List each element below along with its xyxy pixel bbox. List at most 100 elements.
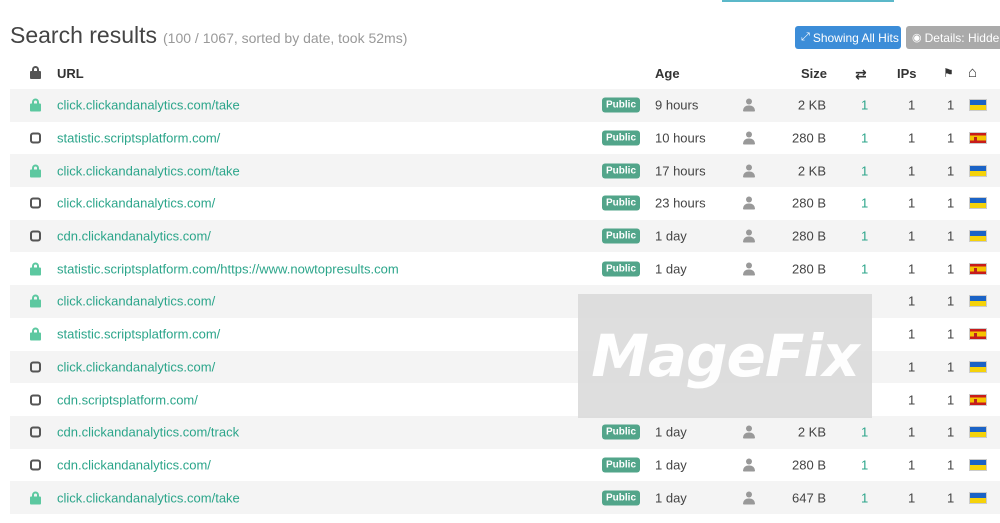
ips-value: 1	[908, 490, 916, 506]
hits-value[interactable]: 1	[861, 261, 868, 276]
lock-icon	[30, 262, 41, 276]
country-flag-ua-icon	[969, 491, 987, 504]
result-url-link[interactable]: cdn.clickandanalytics.com/	[57, 229, 211, 244]
hits-value[interactable]: 1	[861, 425, 868, 440]
table-row[interactable]: statistic.scriptsplatform.com/Public 10 h…	[10, 122, 1000, 155]
table-row[interactable]: cdn.clickandanalytics.com/track Public 1 d…	[10, 415, 1000, 449]
top-accent-line	[722, 0, 894, 2]
lock-icon	[30, 327, 41, 341]
hits-value[interactable]: 1	[861, 131, 868, 146]
column-size[interactable]: Size	[801, 66, 827, 81]
hits-value[interactable]: 1	[861, 457, 868, 472]
showing-all-hits-button[interactable]: ⤢ Showing All Hits	[795, 26, 901, 49]
result-url-link[interactable]: click.clickandanalytics.com/take	[57, 490, 240, 505]
ips-value: 1	[908, 130, 916, 146]
result-url-link[interactable]: cdn.clickandanalytics.com/	[57, 457, 211, 472]
visibility-badge: Public	[602, 490, 641, 506]
country-flag-ua-icon	[969, 360, 987, 373]
result-url-link[interactable]: statistic.scriptsplatform.com/	[57, 327, 220, 342]
result-url-link[interactable]: click.clickandanalytics.com/take	[57, 163, 240, 178]
lock-icon	[30, 294, 41, 308]
user-icon	[743, 229, 755, 243]
ips-value: 1	[908, 326, 916, 342]
table-row[interactable]: cdn.clickandanalytics.com/Public 1 day 280…	[10, 219, 1000, 253]
table-row[interactable]: cdn.clickandanalytics.com/Public 1 day 280…	[10, 449, 1000, 482]
table-row[interactable]: click.clickandanalytics.com/take Public 17…	[10, 154, 1000, 188]
ips-value: 1	[908, 97, 916, 113]
ips-value: 1	[908, 261, 916, 277]
country-flag-ua-icon	[969, 197, 987, 210]
user-icon	[743, 164, 755, 178]
hits-value[interactable]: 1	[861, 98, 868, 113]
table-row[interactable]: click.clickandanalytics.com/take Public 9 …	[10, 89, 1000, 122]
country-flag-ua-icon	[969, 426, 987, 439]
unlocked-square-icon	[30, 197, 41, 209]
hits-value[interactable]: 1	[861, 490, 868, 505]
ips-value: 1	[908, 293, 916, 309]
country-flag-es-icon	[969, 262, 987, 275]
result-url-link[interactable]: cdn.clickandanalytics.com/track	[57, 425, 239, 440]
age-value: 17 hours	[655, 163, 706, 179]
age-value: 1 day	[655, 457, 687, 473]
result-url-link[interactable]: statistic.scriptsplatform.com/https://ww…	[57, 261, 399, 276]
size-value: 2 KB	[797, 163, 826, 179]
expand-arrows-icon: ⤢	[801, 31, 810, 43]
count-value: 1	[947, 326, 955, 342]
lock-icon	[30, 491, 41, 505]
count-value: 1	[947, 424, 955, 440]
eye-slash-icon: ◉	[912, 32, 922, 44]
unlocked-square-icon	[30, 230, 41, 242]
unlocked-square-icon	[30, 361, 41, 373]
details-toggle-button[interactable]: ◉ Details: Hidden	[906, 26, 1000, 49]
result-url-link[interactable]: click.clickandanalytics.com/	[57, 359, 215, 374]
visibility-badge: Public	[602, 97, 641, 113]
table-header: URL Age Size ⇄ IPs ⚑ ⌂	[0, 62, 1000, 86]
ips-value: 1	[908, 163, 916, 179]
table-row[interactable]: click.clickandanalytics.com/take Public 1 …	[10, 481, 1000, 514]
age-value: 1 day	[655, 424, 687, 440]
unlocked-square-icon	[30, 394, 41, 406]
user-icon	[743, 458, 755, 472]
count-value: 1	[947, 457, 955, 473]
visibility-badge: Public	[602, 130, 641, 146]
count-value: 1	[947, 392, 955, 408]
hits-value[interactable]: 1	[861, 196, 868, 211]
size-value: 280 B	[792, 130, 826, 146]
column-url[interactable]: URL	[57, 66, 84, 81]
lock-icon	[30, 164, 41, 178]
result-url-link[interactable]: cdn.scriptsplatform.com/	[57, 392, 198, 407]
user-icon	[743, 491, 755, 505]
count-value: 1	[947, 97, 955, 113]
ips-value: 1	[908, 392, 916, 408]
age-value: 23 hours	[655, 195, 706, 211]
home-icon: ⌂	[968, 64, 978, 81]
table-row[interactable]: click.clickandanalytics.com/Public 23 hou…	[10, 187, 1000, 220]
user-icon	[743, 425, 755, 439]
age-value: 10 hours	[655, 130, 706, 146]
hits-value[interactable]: 1	[861, 163, 868, 178]
result-url-link[interactable]: statistic.scriptsplatform.com/	[57, 131, 220, 146]
result-url-link[interactable]: click.clickandanalytics.com/	[57, 294, 215, 309]
user-icon	[743, 262, 755, 276]
visibility-badge: Public	[602, 228, 641, 244]
country-flag-ua-icon	[969, 458, 987, 471]
size-value: 647 B	[792, 490, 826, 506]
result-url-link[interactable]: click.clickandanalytics.com/	[57, 196, 215, 211]
size-value: 280 B	[792, 195, 826, 211]
table-row[interactable]: statistic.scriptsplatform.com/https://ww…	[10, 252, 1000, 285]
count-value: 1	[947, 359, 955, 375]
country-flag-ua-icon	[969, 99, 987, 112]
visibility-badge: Public	[602, 261, 641, 277]
hits-value[interactable]: 1	[861, 229, 868, 244]
unlocked-square-icon	[30, 459, 41, 471]
result-url-link[interactable]: click.clickandanalytics.com/take	[57, 98, 240, 113]
country-flag-ua-icon	[969, 230, 987, 243]
column-age[interactable]: Age	[655, 66, 680, 81]
count-value: 1	[947, 163, 955, 179]
page-title: Search results	[10, 22, 158, 48]
ips-value: 1	[908, 457, 916, 473]
unlocked-square-icon	[30, 426, 41, 438]
column-ips[interactable]: IPs	[897, 66, 917, 81]
country-flag-ua-icon	[969, 295, 987, 308]
count-value: 1	[947, 261, 955, 277]
